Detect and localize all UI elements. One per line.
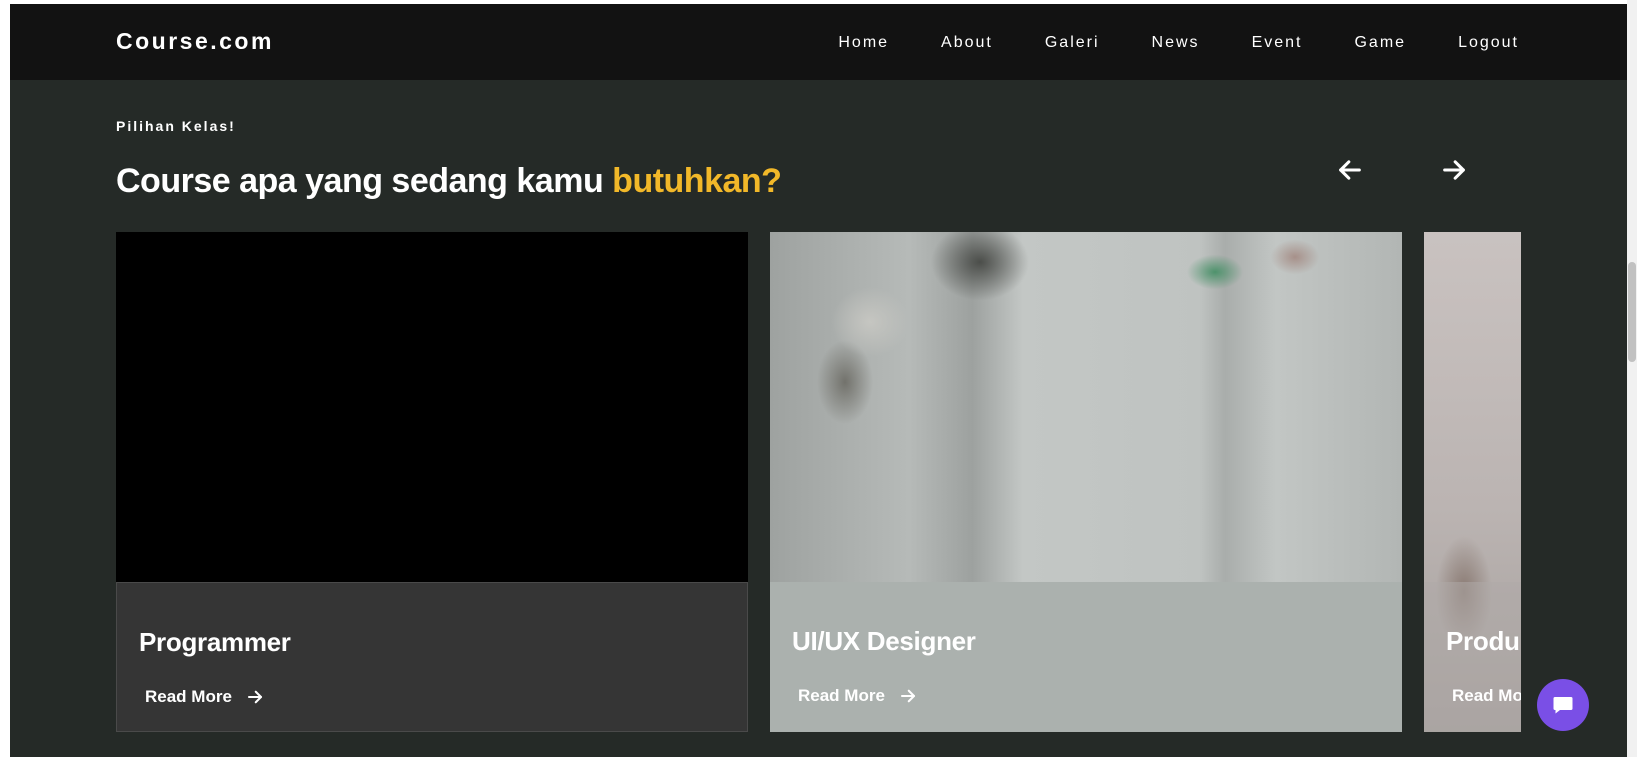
page-scrollbar[interactable] [1627, 0, 1637, 757]
read-more-link[interactable]: Read Mo [1452, 686, 1521, 706]
arrow-right-icon [900, 689, 915, 703]
course-card-programmer[interactable]: Programmer Read More [116, 232, 748, 732]
nav-link-galeri[interactable]: Galeri [1045, 34, 1100, 52]
card-image [116, 232, 748, 582]
section-headline: Course apa yang sedang kamu butuhkan? [116, 162, 782, 201]
nav-link-game[interactable]: Game [1354, 34, 1406, 52]
chat-bubble-icon [1553, 697, 1573, 714]
card-caption: Programmer Read More [116, 582, 748, 732]
arrow-right-icon [1443, 160, 1465, 180]
course-card-product[interactable]: Produ Read Mo [1424, 232, 1521, 732]
arrow-right-icon [247, 690, 262, 704]
brand-logo[interactable]: Course.com [116, 28, 274, 55]
chat-button[interactable] [1537, 679, 1589, 731]
nav-link-home[interactable]: Home [838, 34, 889, 52]
navbar: Course.com Home About Galeri News Event … [10, 4, 1627, 80]
read-more-label: Read More [798, 686, 885, 705]
page-frame: Course.com Home About Galeri News Event … [10, 4, 1627, 757]
nav-link-logout[interactable]: Logout [1458, 34, 1519, 52]
headline-accent: butuhkan? [612, 162, 782, 200]
nav-links: Home About Galeri News Event Game Logout [786, 34, 1519, 52]
read-more-label: Read More [145, 687, 232, 706]
card-image [770, 232, 1402, 582]
arrow-left-icon [1339, 160, 1361, 180]
card-title: Produ [1446, 626, 1520, 656]
read-more-label: Read Mo [1452, 686, 1521, 705]
scrollbar-thumb[interactable] [1628, 262, 1636, 362]
section-eyebrow: Pilihan Kelas! [116, 118, 236, 134]
carousel-prev-button[interactable] [1330, 150, 1370, 190]
course-carousel: Programmer Read More UI/UX Designer Read… [116, 232, 1521, 732]
read-more-link[interactable]: Read More [145, 687, 264, 707]
card-caption: Produ Read Mo [1424, 582, 1521, 732]
read-more-link[interactable]: Read More [798, 686, 917, 706]
nav-link-news[interactable]: News [1152, 34, 1200, 52]
card-title: Programmer [139, 627, 291, 657]
carousel-next-button[interactable] [1434, 150, 1474, 190]
course-card-uiux-designer[interactable]: UI/UX Designer Read More [770, 232, 1402, 732]
nav-link-event[interactable]: Event [1252, 34, 1303, 52]
card-title: UI/UX Designer [792, 626, 976, 656]
card-caption: UI/UX Designer Read More [770, 582, 1402, 732]
headline-main: Course apa yang sedang kamu [116, 162, 613, 200]
nav-link-about[interactable]: About [941, 34, 993, 52]
